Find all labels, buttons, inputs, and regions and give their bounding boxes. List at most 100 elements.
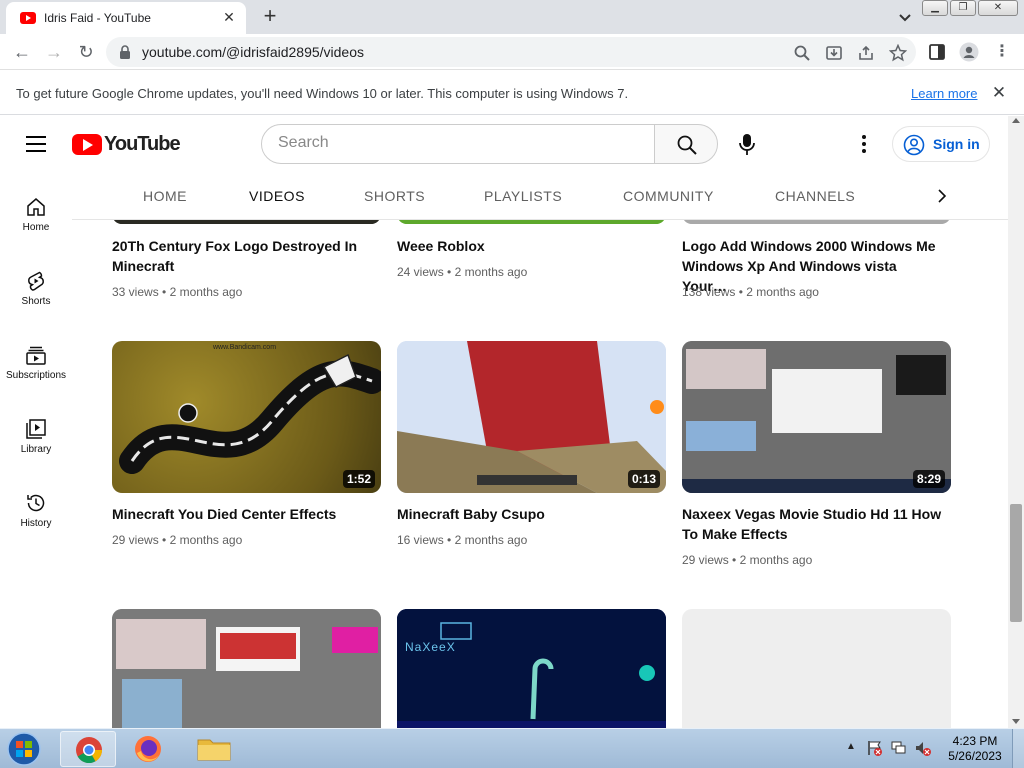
restore-button[interactable]: ❐ — [950, 0, 976, 16]
video-title[interactable]: 20Th Century Fox Logo Destroyed In Minec… — [112, 236, 372, 276]
video-title[interactable]: Minecraft Baby Csupo — [397, 504, 657, 524]
window-controls: ▁ ❐ ✕ — [922, 0, 1018, 18]
sign-in-button[interactable]: Sign in — [892, 126, 990, 162]
show-desktop-button[interactable] — [1012, 729, 1024, 768]
video-thumbnail[interactable]: NaXeeX — [397, 609, 666, 728]
home-icon — [27, 198, 45, 216]
guide-label: Library — [20, 444, 52, 455]
video-title[interactable]: Weee Roblox — [397, 236, 657, 256]
address-bar[interactable]: youtube.com/@idrisfaid2895/videos — [106, 37, 916, 67]
video-meta: 29 views • 2 months ago — [112, 533, 243, 547]
video-thumbnail-placeholder[interactable] — [682, 609, 951, 728]
thumbnail-art — [397, 609, 666, 728]
taskbar-chrome[interactable] — [60, 731, 116, 767]
video-thumbnail[interactable] — [682, 220, 951, 224]
bookmark-star-icon[interactable] — [889, 44, 907, 62]
video-meta: 16 views • 2 months ago — [397, 533, 528, 547]
menu-icon[interactable] — [26, 136, 46, 152]
update-infobar: To get future Google Chrome updates, you… — [0, 71, 1024, 115]
zoom-search-icon[interactable] — [793, 44, 811, 62]
scrollbar-thumb[interactable] — [1010, 504, 1022, 622]
tab-shorts[interactable]: SHORTS — [364, 188, 425, 204]
folder-icon — [197, 739, 231, 761]
library-icon — [26, 419, 46, 439]
start-orb-icon[interactable] — [4, 730, 44, 768]
video-title[interactable]: Naxeex Vegas Movie Studio Hd 11 How To M… — [682, 504, 942, 544]
thumbnail-art — [112, 609, 381, 728]
video-thumbnail[interactable]: www.Bandicam.com 1:52 — [112, 341, 381, 493]
chevron-right-icon[interactable] — [932, 186, 952, 206]
video-thumbnail[interactable]: 0:13 — [397, 341, 666, 493]
thumbnail-art — [397, 341, 666, 493]
tab-playlists[interactable]: PLAYLISTS — [484, 188, 562, 204]
settings-kebab-icon[interactable] — [854, 132, 874, 156]
guide-label: History — [20, 518, 52, 529]
youtube-logo[interactable]: YouTube — [72, 132, 181, 156]
guide-item-subscriptions[interactable]: Subscriptions — [0, 334, 72, 398]
video-views: 138 views — [682, 285, 736, 299]
video-thumbnail[interactable]: 8:29 — [682, 341, 951, 493]
install-icon[interactable] — [825, 44, 843, 62]
subscriptions-icon — [26, 346, 46, 365]
share-icon[interactable] — [857, 44, 875, 62]
guide-item-home[interactable]: Home — [0, 186, 72, 250]
taskbar-explorer[interactable] — [186, 731, 242, 767]
video-views: 24 views — [397, 265, 444, 279]
tab-community[interactable]: COMMUNITY — [623, 188, 714, 204]
infobar-message: To get future Google Chrome updates, you… — [16, 86, 629, 101]
guide-item-history[interactable]: History — [0, 482, 72, 546]
search-input[interactable] — [278, 134, 638, 152]
reload-icon[interactable]: ↻ — [76, 42, 96, 62]
video-age: 2 months ago — [454, 533, 528, 547]
taskbar-firefox[interactable] — [120, 731, 176, 767]
scroll-down-icon[interactable] — [1012, 719, 1020, 724]
guide-sidebar: Home Shorts Subscriptions Library Histor… — [0, 172, 72, 728]
forward-icon[interactable]: → — [44, 42, 64, 62]
learn-more-link[interactable]: Learn more — [911, 86, 977, 101]
taskbar-clock[interactable]: 4:23 PM 5/26/2023 — [940, 734, 1010, 764]
video-meta: 29 views • 2 months ago — [682, 553, 813, 567]
tab-videos[interactable]: VIDEOS — [249, 188, 305, 204]
new-tab-button[interactable]: + — [258, 4, 282, 28]
guide-item-library[interactable]: Library — [0, 408, 72, 472]
search-button[interactable] — [654, 124, 718, 164]
guide-label: Home — [22, 222, 50, 233]
video-thumbnail[interactable] — [112, 609, 381, 728]
window-close-button[interactable]: ✕ — [978, 0, 1018, 16]
infobar-close-icon[interactable]: ✕ — [990, 83, 1008, 103]
thumbnail-art — [119, 353, 381, 474]
account-circle-icon — [903, 134, 925, 156]
video-views: 29 views — [682, 553, 729, 567]
thumbnail-art — [682, 341, 951, 493]
back-icon[interactable]: ← — [12, 42, 32, 62]
video-title[interactable]: Minecraft You Died Center Effects — [112, 504, 372, 524]
video-age: 2 months ago — [169, 533, 243, 547]
network-icon[interactable] — [890, 739, 908, 757]
tab-search-icon[interactable] — [896, 8, 914, 26]
video-thumbnail[interactable] — [397, 220, 666, 224]
microphone-icon[interactable] — [733, 130, 761, 158]
video-age: 2 months ago — [746, 285, 819, 299]
scroll-up-icon[interactable] — [1012, 118, 1020, 123]
history-icon — [27, 494, 45, 512]
tab-channels[interactable]: CHANNELS — [775, 188, 855, 204]
clock-date: 5/26/2023 — [948, 749, 1002, 763]
video-views: 29 views — [112, 533, 159, 547]
action-center-flag-icon[interactable] — [866, 739, 884, 757]
side-panel-icon[interactable] — [928, 43, 946, 61]
minimize-button[interactable]: ▁ — [922, 0, 948, 16]
show-hidden-icons-icon[interactable]: ▲ — [846, 741, 856, 752]
tab-close-icon[interactable]: ✕ — [220, 8, 238, 26]
guide-label: Shorts — [21, 296, 51, 307]
search-box — [261, 124, 655, 164]
volume-muted-icon[interactable] — [914, 739, 932, 757]
video-thumbnail[interactable] — [112, 220, 381, 224]
video-age: 2 months ago — [739, 553, 813, 567]
guide-item-shorts[interactable]: Shorts — [0, 260, 72, 324]
profile-icon[interactable] — [959, 42, 979, 62]
firefox-icon — [135, 736, 161, 762]
page-scrollbar[interactable] — [1008, 116, 1024, 728]
chrome-menu-icon[interactable]: ⋮ — [992, 42, 1012, 62]
browser-tab[interactable]: Idris Faid - YouTube ✕ — [6, 2, 246, 34]
tab-home[interactable]: HOME — [143, 188, 187, 204]
